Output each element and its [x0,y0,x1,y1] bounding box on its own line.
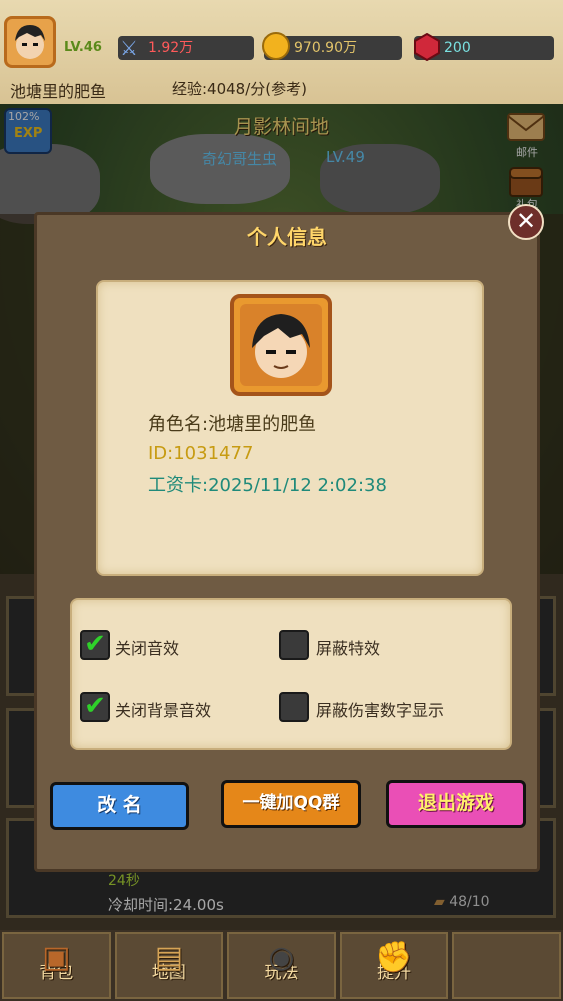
fist-icon: ✊ [375,940,413,975]
hide-damage-numbers-checkbox[interactable] [279,692,309,722]
nav-map[interactable]: ▤ 地图 [114,932,224,999]
character-portrait [230,294,332,396]
bottom-navigation: ▣ 背包 ▤ 地图 ◉ 玩法 ✊ 提升 [0,930,563,1001]
power-value: 1.92万 [148,40,194,56]
hero-face-icon [240,304,322,386]
nav-empty-slot [452,932,561,999]
close-button[interactable]: ✕ [508,204,544,240]
mute-sound-label: 关闭音效 [115,639,180,658]
gold-coin-icon [262,32,290,60]
mute-bgm-label: 关闭背景音效 [115,701,212,720]
backpack-icon: ▣ [42,940,71,975]
player-id: ID:1031477 [148,443,254,464]
top-status-bar: LV.46 ⚔ 1.92万 970.90万 200 池塘里的肥鱼 经验:4048… [0,0,563,107]
dialog-title: 个人信息 [247,225,327,249]
crossed-swords-icon: ⚔ [120,36,138,60]
hide-effects-label: 屏蔽特效 [316,639,381,658]
nav-upgrade[interactable]: ✊ 提升 [339,932,449,999]
close-icon: ✕ [515,207,537,235]
role-name: 角色名:池塘里的肥鱼 [148,414,317,435]
salary-card: 工资卡:2025/11/12 2:02:38 [148,475,387,496]
exit-game-button[interactable]: 退出游戏 [386,780,526,828]
hero-face-icon [15,25,45,59]
gem-stat: 200 [414,32,554,62]
nav-gameplay[interactable]: ◉ 玩法 [227,932,336,999]
hide-damage-numbers-label: 屏蔽伤害数字显示 [316,701,445,720]
player-avatar[interactable] [4,16,56,68]
settings-panel [70,598,512,750]
player-level: LV.46 [64,40,102,55]
map-scroll-icon: ▤ [154,940,184,975]
mute-bgm-checkbox[interactable]: ✔ [80,692,110,722]
mute-sound-checkbox[interactable]: ✔ [80,630,110,660]
power-stat: ⚔ 1.92万 [118,36,254,60]
hide-effects-checkbox[interactable] [279,630,309,660]
check-icon: ✔ [84,629,106,659]
red-gem-icon [414,32,440,62]
player-name: 池塘里的肥鱼 [10,82,107,101]
nav-backpack[interactable]: ▣ 背包 [2,932,111,999]
gem-value: 200 [444,40,471,56]
check-icon: ✔ [84,691,106,721]
gold-value: 970.90万 [294,40,357,56]
join-qq-group-button[interactable]: 一键加QQ群 [221,780,361,828]
gamepad-icon: ◉ [268,940,295,975]
rename-button[interactable]: 改 名 [50,782,189,830]
exp-rate: 经验:4048/分(参考) [172,80,307,98]
gold-stat: 970.90万 [262,32,402,60]
